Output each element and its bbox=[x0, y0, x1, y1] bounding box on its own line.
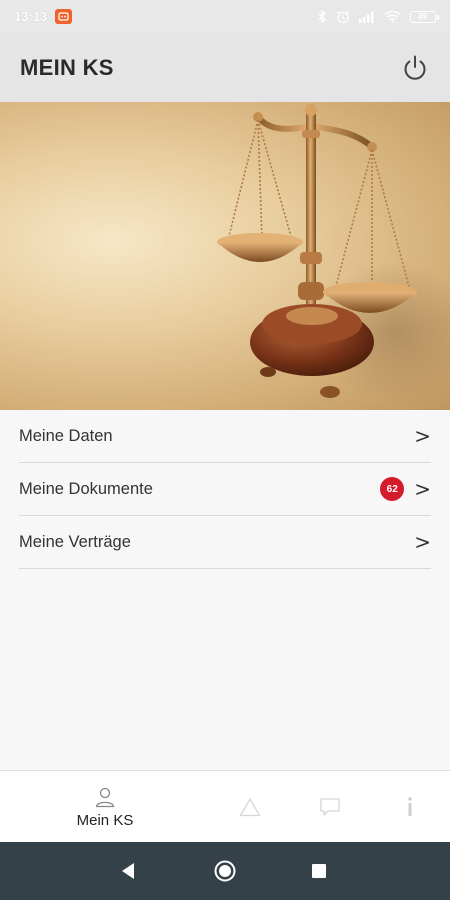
alarm-icon bbox=[337, 10, 349, 23]
menu-item-meine-dokumente[interactable]: Meine Dokumente 62 > bbox=[19, 463, 431, 516]
signal-icon bbox=[359, 11, 374, 23]
menu-list: Meine Daten > Meine Dokumente 62 > Meine… bbox=[0, 410, 450, 569]
menu-item-label: Meine Daten bbox=[19, 426, 113, 445]
notification-badge: 62 bbox=[380, 477, 405, 501]
battery-icon: 89 bbox=[410, 10, 439, 23]
chat-icon bbox=[320, 798, 340, 816]
tab-messages[interactable] bbox=[305, 771, 355, 843]
menu-item-meine-vertraege[interactable]: Meine Verträge > bbox=[19, 516, 431, 569]
bluetooth-icon bbox=[318, 10, 326, 23]
scales-of-justice-image bbox=[0, 102, 450, 410]
person-icon bbox=[95, 787, 115, 807]
back-icon[interactable] bbox=[120, 862, 136, 885]
recents-icon[interactable] bbox=[311, 863, 327, 884]
menu-item-label: Meine Dokumente bbox=[19, 479, 153, 498]
power-icon[interactable] bbox=[400, 53, 430, 83]
wifi-icon bbox=[384, 10, 401, 23]
app-notification-icon bbox=[55, 9, 73, 24]
battery-level: 89 bbox=[418, 12, 428, 21]
status-time: 13:13 bbox=[14, 9, 48, 24]
tab-mein-ks[interactable]: Mein KS bbox=[60, 771, 150, 843]
chevron-right-icon: > bbox=[414, 530, 431, 554]
status-bar: 13:13 89 bbox=[0, 0, 450, 33]
tab-warnings[interactable] bbox=[225, 771, 275, 843]
tab-label: Mein KS bbox=[76, 811, 134, 829]
menu-item-meine-daten[interactable]: Meine Daten > bbox=[19, 410, 431, 463]
chevron-right-icon: > bbox=[414, 424, 431, 448]
home-icon[interactable] bbox=[214, 860, 236, 887]
bottom-navigation: Mein KS bbox=[0, 770, 450, 842]
warning-icon bbox=[239, 798, 261, 817]
chevron-right-icon: > bbox=[414, 477, 431, 501]
app-bar: MEIN KS bbox=[0, 33, 450, 102]
system-navigation-bar bbox=[0, 842, 450, 900]
page-title: MEIN KS bbox=[20, 54, 114, 80]
info-icon bbox=[408, 797, 412, 816]
menu-item-label: Meine Verträge bbox=[19, 532, 131, 551]
tab-info[interactable] bbox=[385, 771, 435, 843]
